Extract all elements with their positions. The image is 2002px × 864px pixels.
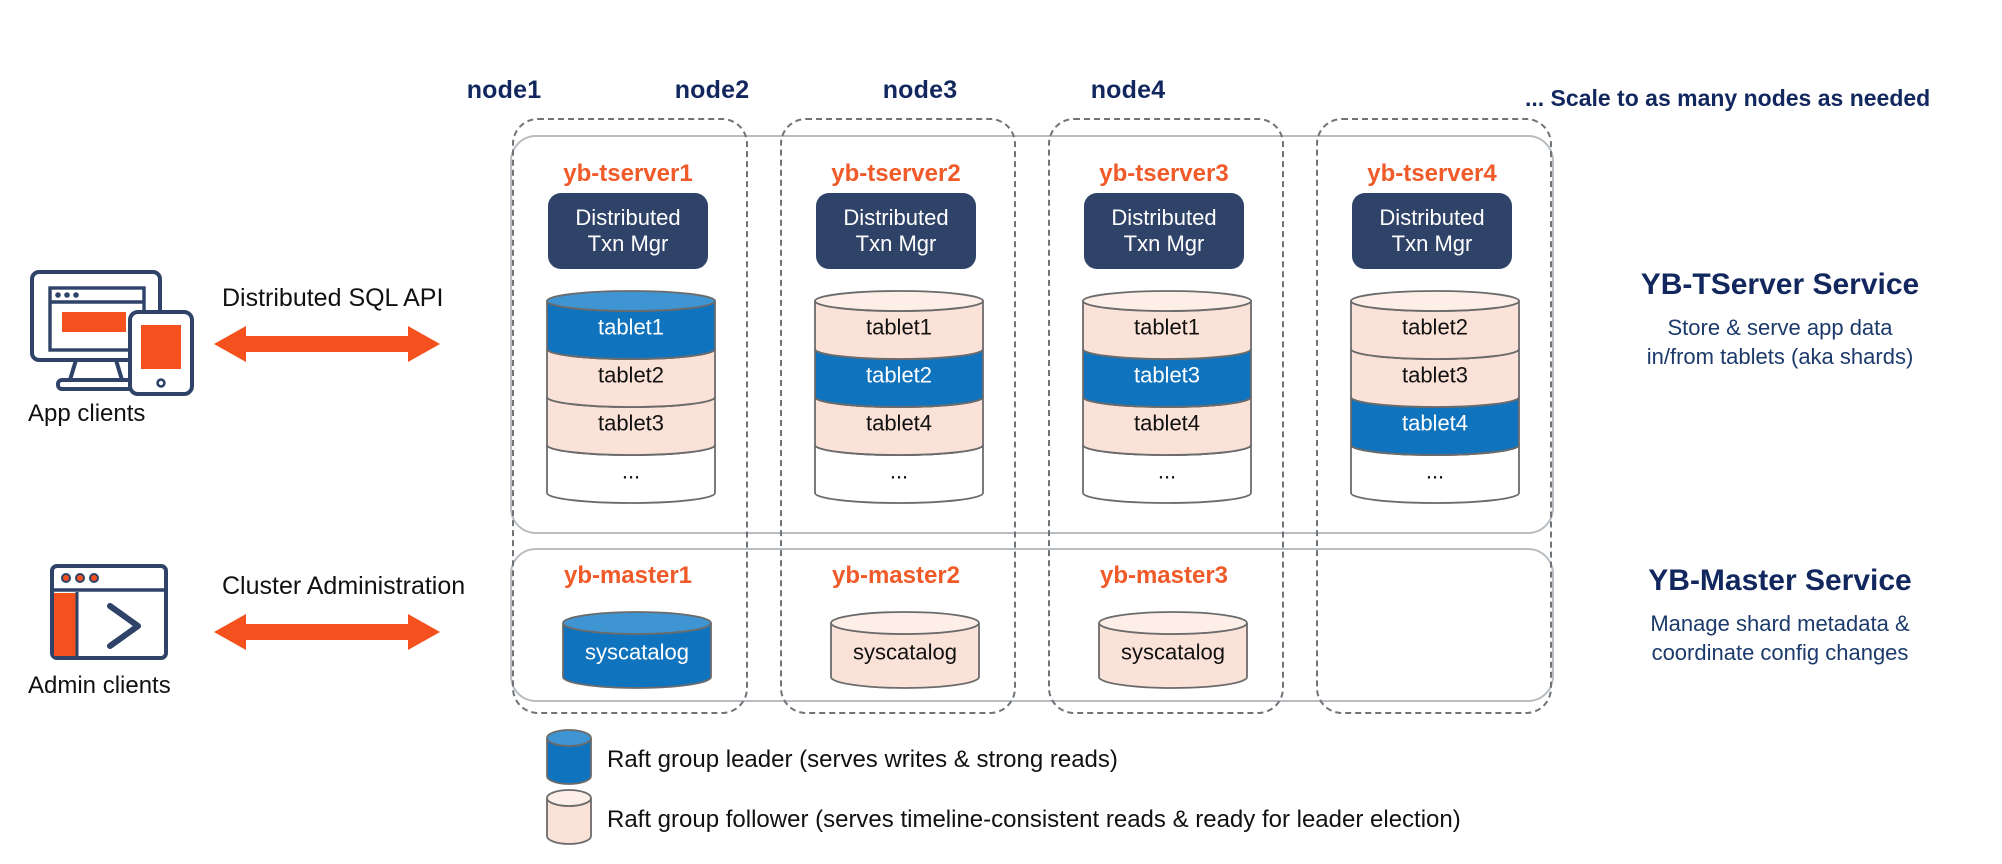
legend-row-leader: Raft group leader (serves writes & stron… <box>545 728 1118 785</box>
txn-mgr-box-1: Distributed Txn Mgr <box>548 193 708 269</box>
legend-follower-text: Raft group follower (serves timeline-con… <box>607 806 1461 833</box>
txn-mgr-line1: Distributed <box>575 205 681 231</box>
tablet-stack-3: ... tablet4 tablet3 tablet1 <box>1081 289 1253 507</box>
tserver-service-title: YB-TServer Service <box>1640 268 1920 301</box>
syscatalog-disk-1: syscatalog <box>561 610 713 692</box>
tablet-stack-2: ... tablet4 tablet2 tablet1 <box>813 289 985 507</box>
desktop-and-tablet-icon <box>26 268 206 403</box>
node-label-1: node1 <box>466 76 542 104</box>
master-subtitle-line2: coordinate config changes <box>1651 640 1909 666</box>
txn-mgr-box-2: Distributed Txn Mgr <box>816 193 976 269</box>
txn-mgr-line2: Txn Mgr <box>1391 231 1473 256</box>
app-arrow-label: Distributed SQL API <box>222 284 444 312</box>
syscatalog-disk-3: syscatalog <box>1097 610 1249 692</box>
svg-text:tablet3: tablet3 <box>598 410 664 435</box>
master-subtitle-line1: Manage shard metadata & <box>1650 611 1910 636</box>
legend-row-follower: Raft group follower (serves timeline-con… <box>545 788 1461 845</box>
txn-mgr-line2: Txn Mgr <box>855 231 937 256</box>
scale-note: ... Scale to as many nodes as needed <box>1525 85 1931 111</box>
svg-text:tablet1: tablet1 <box>866 314 932 339</box>
legend-follower-cylinder-icon <box>545 788 593 853</box>
node-label-3: node3 <box>882 76 958 104</box>
svg-text:...: ... <box>622 458 640 483</box>
tserver-name-3: yb-tserver3 <box>1099 160 1229 187</box>
master-service-subtitle: Manage shard metadata & coordinate confi… <box>1560 609 2000 668</box>
svg-text:tablet4: tablet4 <box>1402 410 1468 435</box>
svg-text:...: ... <box>890 458 908 483</box>
app-clients-caption: App clients <box>28 400 146 427</box>
master-name-1: yb-master1 <box>563 562 693 589</box>
svg-text:tablet1: tablet1 <box>1134 314 1200 339</box>
master-service-title: YB-Master Service <box>1648 564 1912 597</box>
legend-leader-cylinder-icon <box>545 728 593 793</box>
txn-mgr-line2: Txn Mgr <box>1123 231 1205 256</box>
tserver-subtitle-line2: in/from tablets (aka shards) <box>1646 344 1914 370</box>
svg-text:tablet3: tablet3 <box>1402 362 1468 387</box>
svg-text:tablet4: tablet4 <box>1134 410 1200 435</box>
tserver-name-2: yb-tserver2 <box>831 160 961 187</box>
tserver-service-subtitle: Store & serve app data in/from tablets (… <box>1560 313 2000 372</box>
tserver-subtitle-line1: Store & serve app data <box>1667 315 1893 340</box>
node-label-2: node2 <box>674 76 750 104</box>
tablet-stack-1: ... tablet3 tablet2 tablet1 <box>545 289 717 507</box>
txn-mgr-line1: Distributed <box>1379 205 1485 231</box>
svg-text:...: ... <box>1158 458 1176 483</box>
legend-leader-text: Raft group leader (serves writes & stron… <box>607 746 1118 773</box>
txn-mgr-box-4: Distributed Txn Mgr <box>1352 193 1512 269</box>
admin-clients-caption: Admin clients <box>28 672 171 699</box>
svg-text:tablet4: tablet4 <box>866 410 932 435</box>
cluster-administration-arrow <box>212 610 442 659</box>
master-name-2: yb-master2 <box>831 562 961 589</box>
tserver-name-1: yb-tserver1 <box>563 160 693 187</box>
txn-mgr-line2: Txn Mgr <box>587 231 669 256</box>
terminal-window-icon <box>48 562 174 671</box>
svg-text:tablet2: tablet2 <box>866 362 932 387</box>
svg-text:...: ... <box>1426 458 1444 483</box>
svg-text:tablet3: tablet3 <box>1134 362 1200 387</box>
svg-text:tablet2: tablet2 <box>598 362 664 387</box>
svg-text:syscatalog: syscatalog <box>1121 640 1225 665</box>
svg-text:syscatalog: syscatalog <box>585 640 689 665</box>
tserver-name-4: yb-tserver4 <box>1367 160 1497 187</box>
txn-mgr-line1: Distributed <box>843 205 949 231</box>
admin-arrow-label: Cluster Administration <box>222 572 466 600</box>
svg-text:syscatalog: syscatalog <box>853 640 957 665</box>
distributed-sql-api-arrow <box>212 322 442 371</box>
master-name-3: yb-master3 <box>1099 562 1229 589</box>
txn-mgr-box-3: Distributed Txn Mgr <box>1084 193 1244 269</box>
diagram-canvas: node1 node2 node3 node4 ... Scale to as … <box>0 0 2002 864</box>
svg-text:tablet2: tablet2 <box>1402 314 1468 339</box>
node-label-4: node4 <box>1090 76 1166 104</box>
syscatalog-disk-2: syscatalog <box>829 610 981 692</box>
tablet-stack-4: ... tablet4 tablet3 tablet2 <box>1349 289 1521 507</box>
svg-text:tablet1: tablet1 <box>598 314 664 339</box>
txn-mgr-line1: Distributed <box>1111 205 1217 231</box>
